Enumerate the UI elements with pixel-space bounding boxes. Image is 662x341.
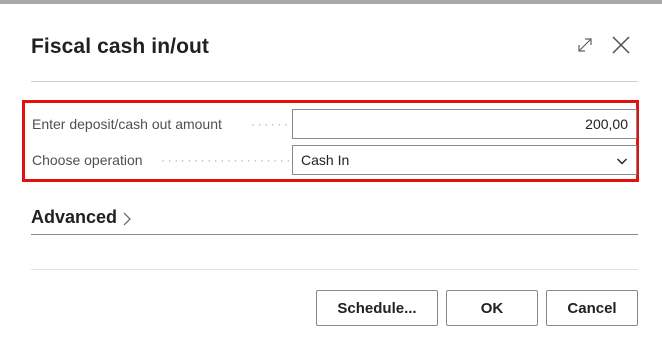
advanced-divider	[31, 234, 638, 235]
advanced-label: Advanced	[31, 207, 118, 227]
dialog-title: Fiscal cash in/out	[31, 35, 210, 58]
dialog-header-actions	[574, 34, 632, 56]
expand-icon[interactable]	[574, 34, 596, 56]
fiscal-cash-dialog: Fiscal cash in/out Enter deposit/cash ou…	[0, 4, 662, 341]
amount-label: Enter deposit/cash out amount	[32, 116, 222, 132]
amount-leader-dots: ··················	[251, 117, 289, 131]
cancel-button[interactable]: Cancel	[546, 290, 638, 326]
operation-row: Choose operation ·······················…	[25, 143, 637, 177]
operation-selected-value: Cash In	[301, 152, 350, 168]
chevron-down-icon	[617, 158, 627, 165]
ok-button[interactable]: OK	[446, 290, 538, 326]
operation-label: Choose operation	[32, 152, 143, 168]
schedule-button[interactable]: Schedule...	[316, 290, 438, 326]
operation-select[interactable]: Cash In	[292, 145, 637, 175]
highlighted-field-group: Enter deposit/cash out amount ··········…	[22, 100, 639, 182]
footer-divider	[31, 269, 638, 270]
close-icon[interactable]	[610, 34, 632, 56]
amount-input[interactable]	[292, 109, 637, 139]
operation-leader-dots: ········································…	[161, 153, 289, 167]
chevron-right-icon	[123, 212, 131, 225]
amount-row: Enter deposit/cash out amount ··········…	[25, 107, 637, 141]
advanced-toggle[interactable]: Advanced	[31, 207, 133, 228]
header-divider	[31, 81, 638, 82]
